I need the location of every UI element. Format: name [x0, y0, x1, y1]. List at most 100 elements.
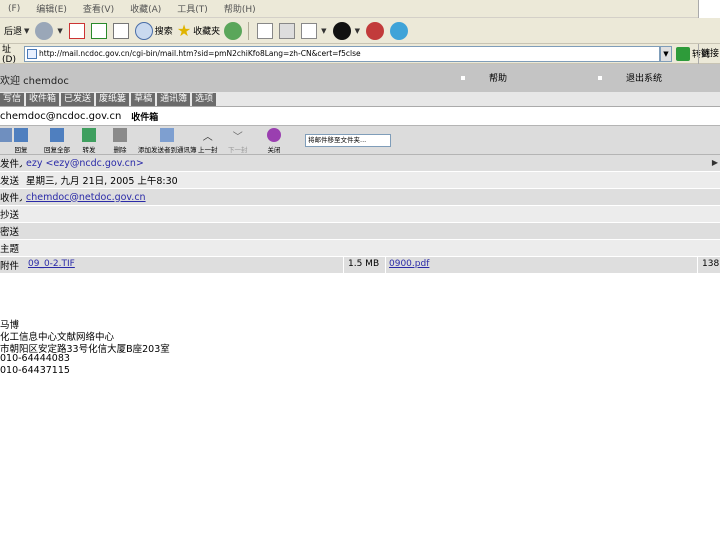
attachment-size: 138: [702, 259, 720, 269]
browser-toolbar: 后退 ▼ ▼ 搜索 ★ 收藏夹 ▼ ▼: [0, 18, 720, 44]
next-button[interactable]: ﹀ 下一封: [228, 128, 248, 154]
address-bar: 址(D) http://mail.ncdoc.gov.cn/cgi-bin/ma…: [0, 44, 720, 65]
header-cc-row: 抄送: [0, 206, 720, 223]
add-sender-button[interactable]: 添加发送者到通讯簿: [138, 128, 197, 154]
next-label: 下一封: [228, 146, 248, 154]
nav-inbox[interactable]: 收件箱: [26, 92, 60, 106]
menu-file[interactable]: (F): [8, 4, 20, 14]
previous-button[interactable]: ︿ 上一封: [198, 128, 218, 154]
reply-all-button[interactable]: 回复全部: [44, 128, 70, 154]
header-to-row: 收件人 chemdoc@netdoc.gov.cn: [0, 189, 720, 206]
history-button[interactable]: [224, 21, 244, 40]
header-label: 主题: [0, 244, 20, 255]
move-to-folder-select[interactable]: 将邮件移至文件夹...: [305, 134, 391, 147]
menu-edit[interactable]: 编辑(E): [36, 2, 67, 15]
url-input[interactable]: http://mail.ncdoc.gov.cn/cgi-bin/mail.ht…: [24, 45, 660, 62]
help-link[interactable]: 帮助: [461, 71, 507, 84]
nav-trash[interactable]: 废纸篓: [96, 92, 130, 106]
menu-view[interactable]: 查看(V): [83, 2, 114, 15]
qq-penguin-icon: [332, 21, 351, 40]
expand-arrow-icon[interactable]: ▶: [712, 158, 718, 167]
previous-label: 上一封: [198, 146, 218, 154]
attachment-link[interactable]: 09_0-2.TIF: [28, 259, 75, 269]
delete-button[interactable]: 删除: [113, 128, 127, 154]
nav-drafts[interactable]: 草稿: [131, 92, 156, 106]
toolbar-separator: [248, 21, 250, 40]
addon-icon: [365, 21, 384, 40]
header-bcc-row: 密送: [0, 223, 720, 240]
menu-help[interactable]: 帮助(H): [224, 2, 256, 15]
write-action-button[interactable]: [0, 128, 12, 144]
url-dropdown-icon[interactable]: ▼: [660, 45, 672, 62]
menu-tools[interactable]: 工具(T): [177, 2, 208, 15]
printer-icon: [279, 22, 296, 39]
logout-link[interactable]: 退出系统: [598, 71, 662, 84]
go-arrow-icon: [676, 46, 690, 61]
history-icon: [224, 21, 243, 40]
from-value[interactable]: ezy <ezy@ncdc.gov.cn>: [26, 158, 144, 169]
message-body: 马博 化工信息中心文献网络中心 市朝阳区安定路33号化信大厦B座203室 010…: [0, 287, 720, 540]
back-dropdown-icon[interactable]: ▼: [24, 27, 29, 35]
attachment-name: 0900.pdf: [389, 259, 430, 269]
reply-all-icon: [50, 128, 64, 142]
header-label: 收件人: [0, 193, 22, 204]
help-link-label: 帮助: [489, 74, 508, 84]
logout-link-label: 退出系统: [626, 74, 663, 84]
header-label: 抄送: [0, 210, 20, 221]
header-from-row: 发件人 ezy <ezy@ncdc.gov.cn> ▶: [0, 155, 720, 172]
links-button[interactable]: 链接: [698, 44, 720, 64]
forward-mail-icon: [82, 128, 96, 142]
header-label: 发送: [0, 176, 20, 187]
refresh-icon: [90, 22, 107, 39]
search-button[interactable]: 搜索: [134, 21, 173, 40]
account-email: chemdoc@ncdoc.gov.cn: [0, 111, 122, 122]
down-chevron-icon: ﹀: [232, 132, 243, 143]
print-button[interactable]: [279, 22, 297, 39]
edit-button[interactable]: ▼: [301, 22, 328, 39]
edit-page-icon: [301, 22, 318, 39]
forward-mail-label: 转发: [82, 146, 96, 154]
bullet-icon: [598, 75, 602, 80]
mail-nav: 写信 收件箱 已发送 废纸篓 草稿 通讯簿 选项: [0, 92, 720, 107]
address-label: 址(D): [2, 45, 16, 65]
page-icon: [27, 48, 37, 59]
nav-sent[interactable]: 已发送: [61, 92, 95, 106]
nav-options[interactable]: 选项: [192, 92, 217, 106]
star-icon: ★: [176, 21, 192, 40]
addon-button[interactable]: [365, 21, 386, 40]
edit-dropdown-icon[interactable]: ▼: [321, 27, 326, 35]
header-label: 发件人: [0, 159, 22, 170]
close-mail-button[interactable]: 关闭: [267, 128, 281, 154]
trash-icon: [113, 128, 127, 142]
account-bar: chemdoc@ncdoc.gov.cn 收件箱: [0, 108, 720, 125]
refresh-button[interactable]: [90, 22, 109, 39]
home-icon: [112, 22, 129, 39]
stop-icon: [68, 22, 85, 39]
forward-arrow-icon: [35, 21, 54, 40]
forward-button[interactable]: ▼: [35, 21, 64, 40]
qq-dropdown-icon[interactable]: ▼: [355, 27, 360, 35]
to-value[interactable]: chemdoc@netdoc.gov.cn: [26, 192, 146, 203]
qq-button[interactable]: ▼: [332, 21, 362, 40]
mail-button[interactable]: [257, 22, 275, 39]
reply-button[interactable]: 回复: [14, 128, 28, 154]
browser-menubar: (F) 编辑(E) 查看(V) 收藏(A) 工具(T) 帮助(H): [0, 0, 720, 18]
menu-favorites[interactable]: 收藏(A): [130, 2, 161, 15]
forward-mail-button[interactable]: 转发: [82, 128, 96, 154]
welcome-text: 欢迎 chemdoc: [0, 76, 69, 87]
messenger-button[interactable]: [389, 21, 410, 40]
header-subject-row: 主题: [0, 240, 720, 257]
body-line: 010-64444083: [0, 353, 70, 364]
nav-compose[interactable]: 写信: [0, 92, 25, 106]
nav-addressbook[interactable]: 通讯簿: [157, 92, 191, 106]
back-button[interactable]: 后退 ▼: [4, 24, 31, 38]
cell-divider: [697, 257, 698, 274]
message-headers: 发件人 ezy <ezy@ncdc.gov.cn> ▶ 发送 星期三, 九月 2…: [0, 155, 720, 274]
home-button[interactable]: [112, 22, 131, 39]
attachment-link[interactable]: 0900.pdf: [389, 259, 429, 269]
address-book-icon: [160, 128, 175, 142]
stop-button[interactable]: [68, 22, 87, 39]
reply-label: 回复: [14, 146, 28, 154]
forward-dropdown-icon[interactable]: ▼: [57, 27, 62, 35]
favorites-button[interactable]: ★ 收藏夹: [177, 21, 220, 40]
